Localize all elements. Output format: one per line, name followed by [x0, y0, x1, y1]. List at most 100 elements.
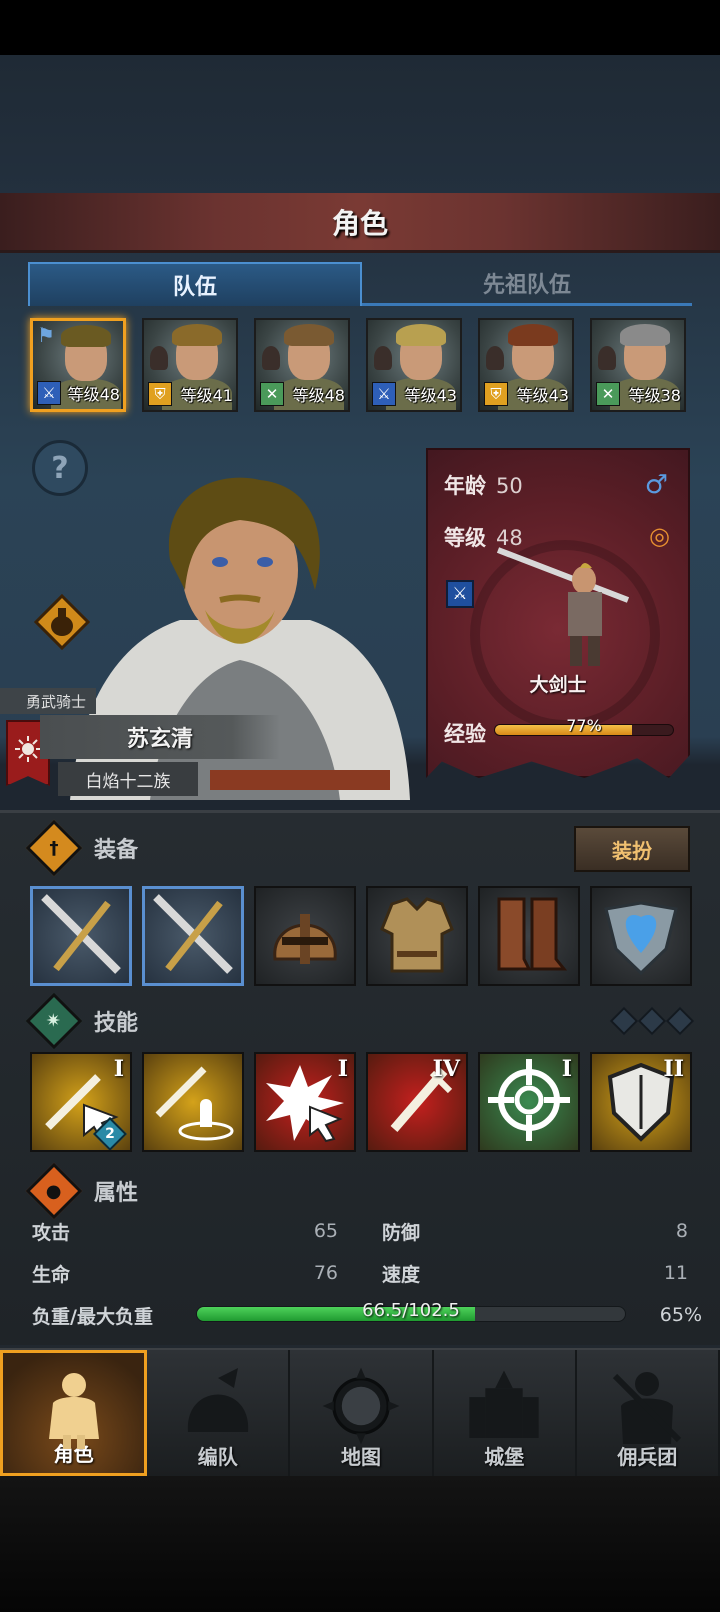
health-value: 76 [313, 1262, 338, 1284]
status-bar [0, 0, 720, 55]
load-value: 66.5/102.5 [362, 1300, 460, 1321]
team-member[interactable]: ⚔ 等级43 [366, 318, 462, 412]
speed-value: 11 [663, 1262, 688, 1284]
skill-tier: IV [432, 1056, 460, 1082]
stat-track [428, 1264, 688, 1282]
defense-value: 8 [675, 1220, 688, 1242]
flag-icon: ⚑ [37, 323, 55, 347]
stat-speed: 速度 11 [382, 1260, 688, 1286]
person-icon: ● [25, 1162, 83, 1220]
team-member[interactable]: ⛨ 等级43 [478, 318, 574, 412]
class-name: 大剑士 [529, 674, 587, 696]
nav-item[interactable]: 城堡 [434, 1350, 577, 1476]
stat-attack: 攻击 65 [32, 1218, 338, 1244]
equipment-slot[interactable] [478, 886, 580, 986]
equipment-slot[interactable] [590, 886, 692, 986]
knight-icon [34, 1369, 114, 1449]
hero-name: 苏玄清 [40, 715, 280, 759]
defense-label: 防御 [382, 1221, 421, 1244]
token-icon [598, 346, 616, 370]
shield-icon: ⛨ [148, 382, 172, 406]
skill-tier: I [113, 1056, 124, 1082]
mercenary-icon [607, 1366, 687, 1446]
equipment-header: † 装备 装扮 [25, 819, 690, 877]
skill-slots: I 2 I IV I II [30, 1052, 692, 1154]
tab-team[interactable]: 队伍 [28, 262, 362, 306]
attributes-label: 属性 [94, 1181, 139, 1206]
hero-hair [508, 324, 558, 346]
skill-tier: I [561, 1056, 572, 1082]
team-member[interactable]: ✕ 等级48 [254, 318, 350, 412]
load-percent: 65% [659, 1304, 702, 1326]
age-value: 50 [496, 474, 523, 498]
team-roster: ⚑ ⚔ 等级48 ⛨ 等级41 ✕ 等级48 ⚔ 等级43 ⛨ 等级43 ✕ 等级38 [30, 318, 690, 412]
sword-icon: ⚔ [37, 381, 61, 405]
member-level: 等级43 [516, 386, 569, 405]
member-level: 等级48 [67, 385, 120, 404]
skill-slot[interactable]: I [478, 1052, 580, 1152]
stat-track [428, 1222, 688, 1240]
age-label: 年龄 [444, 474, 486, 498]
nav-item[interactable]: 角色 [0, 1350, 148, 1476]
equipment-slot[interactable] [142, 886, 244, 986]
team-tabs: 队伍 先祖队伍 [28, 262, 692, 306]
bottom-spacer [0, 1475, 720, 1612]
skill-tier: I [337, 1056, 348, 1082]
section-bar [76, 1177, 690, 1205]
nav-item[interactable]: 编队 [147, 1350, 291, 1476]
attack-label: 攻击 [32, 1221, 71, 1244]
dagger-icon: † [25, 819, 83, 877]
health-label: 生命 [32, 1263, 71, 1286]
equipment-slots [30, 886, 692, 988]
burst-icon [260, 1055, 350, 1149]
cross-bow-icon: ✕ [260, 382, 284, 406]
team-member[interactable]: ✕ 等级38 [590, 318, 686, 412]
greatsword-soldier [496, 547, 630, 666]
skill-slot[interactable]: IV [366, 1052, 468, 1152]
stat-track [78, 1264, 338, 1282]
skill-tier: II [663, 1056, 684, 1082]
team-member[interactable]: ⛨ 等级41 [142, 318, 238, 412]
section-bar [76, 1007, 690, 1035]
skills-label: 技能 [94, 1011, 139, 1036]
hero-clan: 白焰十二族 [58, 762, 198, 796]
tab-ancestor-team[interactable]: 先祖队伍 [362, 262, 692, 306]
equipment-slot[interactable] [366, 886, 468, 986]
token-icon [374, 346, 392, 370]
hero-hair [172, 324, 222, 346]
sun-emblem-icon [15, 736, 41, 762]
title-banner: 角色 [0, 193, 720, 253]
skill-point-pip [637, 1006, 667, 1036]
xp-percent: 77% [566, 716, 602, 735]
boots-icon [484, 889, 574, 983]
token-icon [486, 346, 504, 370]
dress-up-button[interactable]: 装扮 [574, 826, 690, 872]
page-title: 角色 [331, 206, 388, 240]
skill-slot[interactable] [142, 1052, 244, 1152]
equipment-label: 装备 [94, 838, 139, 863]
star-icon: ✷ [25, 992, 83, 1050]
skill-slot[interactable]: I [254, 1052, 356, 1152]
equipment-slot[interactable] [30, 886, 132, 986]
equipment-slot[interactable] [254, 886, 356, 986]
ring-icon[interactable]: ◎ [649, 522, 670, 550]
sword-aura-icon [148, 1055, 238, 1149]
sword-icon [148, 889, 238, 983]
hero-title: 勇武骑士 [0, 688, 96, 714]
amulet-icon [596, 889, 686, 983]
age-row: 年龄 50 [444, 470, 523, 500]
armor-icon [372, 889, 462, 983]
nav-item[interactable]: 佣兵团 [577, 1350, 720, 1476]
nav-item[interactable]: 地图 [290, 1350, 434, 1476]
compass-icon [321, 1366, 401, 1446]
sword-icon: ⚔ [372, 382, 396, 406]
team-member[interactable]: ⚑ ⚔ 等级48 [30, 318, 126, 412]
skill-slot[interactable]: I2 [30, 1052, 132, 1152]
skill-slot[interactable]: II [590, 1052, 692, 1152]
sword-icon [36, 889, 126, 983]
xp-label: 经验 [444, 722, 486, 746]
hero-hair [620, 324, 670, 346]
hero-info-panel: 年龄 50 ♂ 等级 48 ◎ ⚔ 大剑士 经验 77% [426, 448, 690, 778]
skills-header: ✷ 技能 [25, 992, 695, 1050]
hero-hair [61, 325, 111, 347]
